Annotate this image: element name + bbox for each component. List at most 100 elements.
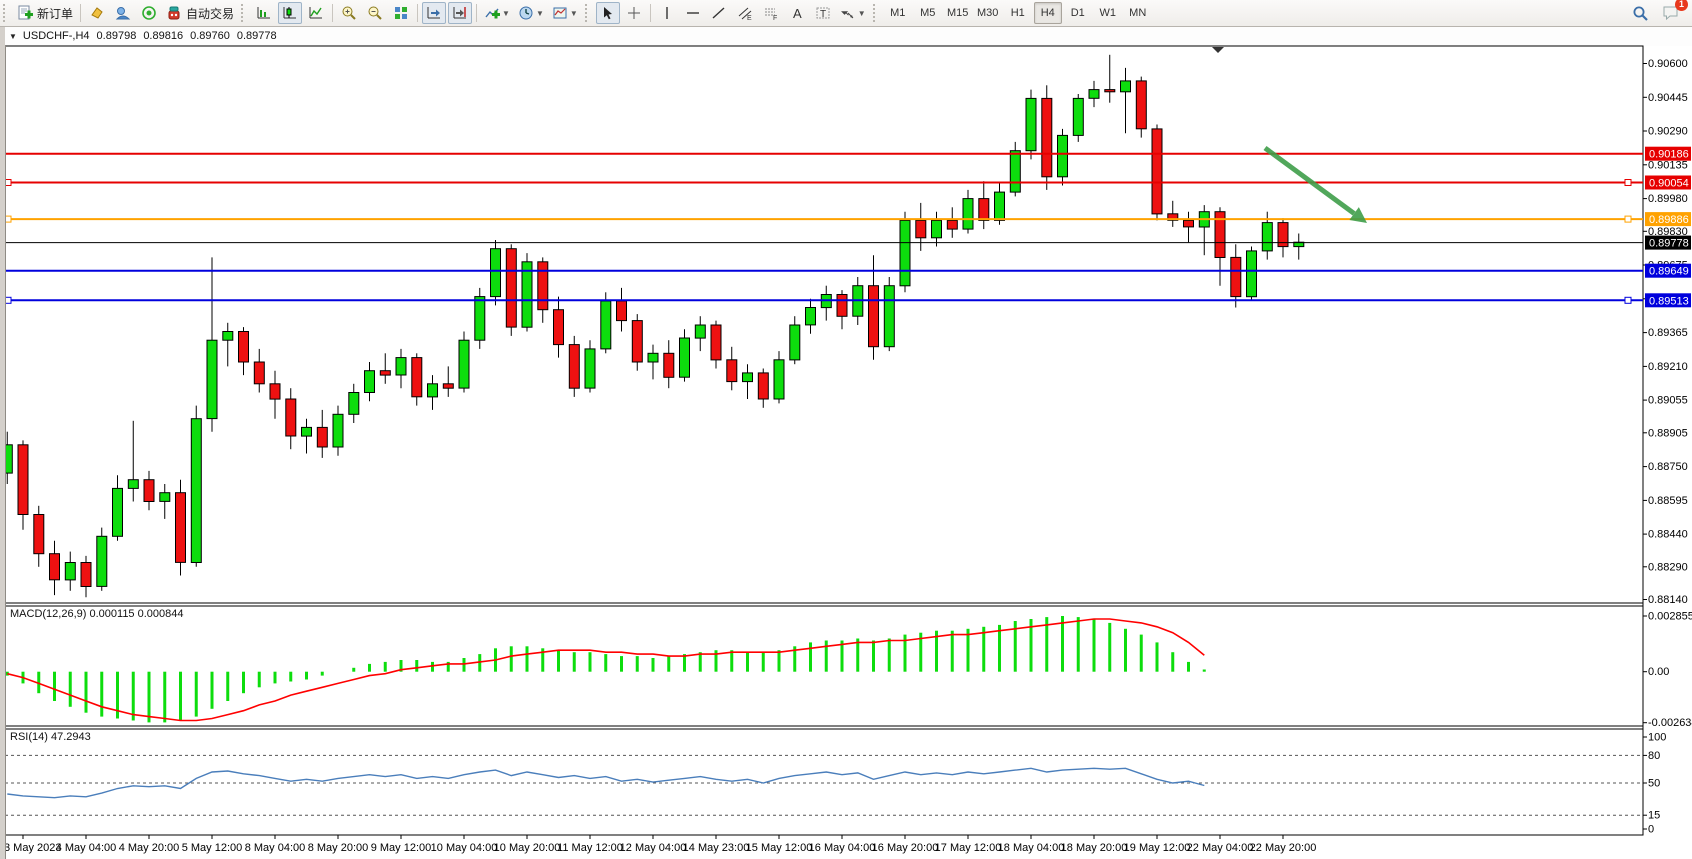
line-chart-button[interactable] bbox=[304, 2, 328, 24]
indicators-button[interactable]: ▼ bbox=[481, 2, 513, 24]
time-axis-label: 17 May 12:00 bbox=[935, 842, 1002, 854]
favorites-icon bbox=[89, 5, 105, 21]
candle bbox=[1073, 94, 1083, 142]
new-order-button[interactable]: 新订单 bbox=[14, 2, 76, 24]
collapse-triangle-icon[interactable]: ▼ bbox=[9, 32, 17, 41]
equidistant-channel-button[interactable]: E bbox=[733, 2, 757, 24]
candle bbox=[506, 244, 516, 336]
timeframe-button-h1[interactable]: H1 bbox=[1004, 2, 1032, 24]
chart-symbol-period: USDCHF-,H4 bbox=[23, 30, 90, 42]
rsi-pane[interactable] bbox=[5, 729, 1643, 835]
tile-windows-button[interactable] bbox=[389, 2, 413, 24]
chart-canvas[interactable]: 0.906000.904450.902900.901350.899800.898… bbox=[0, 0, 1692, 859]
timeframe-button-mn[interactable]: MN bbox=[1124, 2, 1152, 24]
auto-trading-icon bbox=[166, 5, 182, 21]
timeframe-button-m30[interactable]: M30 bbox=[974, 2, 1002, 24]
rsi-label: RSI(14) bbox=[10, 731, 48, 743]
time-axis-label: 14 May 23:00 bbox=[683, 842, 750, 854]
time-axis-label: 4 May 20:00 bbox=[119, 842, 180, 854]
auto-scroll-icon bbox=[426, 5, 442, 21]
chevron-down-icon: ▼ bbox=[858, 9, 866, 18]
candlestick-chart-button[interactable] bbox=[278, 2, 302, 24]
svg-text:0.89778: 0.89778 bbox=[1649, 238, 1689, 250]
timeframe-button-h4[interactable]: H4 bbox=[1034, 2, 1062, 24]
hline-handle[interactable] bbox=[1625, 297, 1631, 303]
bar-chart-icon bbox=[256, 5, 272, 21]
bar-chart-button[interactable] bbox=[252, 2, 276, 24]
candle bbox=[1136, 77, 1146, 138]
fibonacci-button[interactable]: F bbox=[759, 2, 783, 24]
new-order-label: 新订单 bbox=[37, 5, 73, 22]
crosshair-button[interactable] bbox=[622, 2, 646, 24]
rsi-axis-label: 0 bbox=[1648, 824, 1654, 836]
rsi-axis-label: 100 bbox=[1648, 732, 1666, 744]
price-axis-label: 0.89055 bbox=[1648, 395, 1688, 407]
hline-handle[interactable] bbox=[1625, 216, 1631, 222]
toolbar-grip[interactable] bbox=[3, 4, 10, 22]
price-axis-label: 0.89210 bbox=[1648, 361, 1688, 373]
search-button[interactable] bbox=[1628, 2, 1652, 24]
mql5-community-button[interactable] bbox=[111, 2, 135, 24]
time-axis-label: 5 May 12:00 bbox=[182, 842, 243, 854]
candle bbox=[176, 480, 186, 576]
arrows-shapes-button[interactable]: ▼ bbox=[837, 2, 869, 24]
hline-handle[interactable] bbox=[1625, 180, 1631, 186]
zoom-out-button[interactable] bbox=[363, 2, 387, 24]
timeframe-button-d1[interactable]: D1 bbox=[1064, 2, 1092, 24]
candle bbox=[632, 314, 642, 371]
chart-shift-icon bbox=[452, 5, 468, 21]
trendline-button[interactable] bbox=[707, 2, 731, 24]
svg-text:0.89649: 0.89649 bbox=[1649, 266, 1689, 278]
candle bbox=[1247, 247, 1257, 302]
periods-button[interactable]: ▼ bbox=[515, 2, 547, 24]
horizontal-line-button[interactable] bbox=[681, 2, 705, 24]
price-axis-label: 0.90135 bbox=[1648, 159, 1688, 171]
line-chart-icon bbox=[308, 5, 324, 21]
toolbar-grip[interactable] bbox=[241, 4, 248, 22]
horizontal-line-icon bbox=[685, 5, 701, 21]
price-pane[interactable] bbox=[5, 46, 1643, 603]
svg-text:F: F bbox=[773, 15, 777, 21]
time-axis-label: 16 May 20:00 bbox=[872, 842, 939, 854]
auto-scroll-button[interactable] bbox=[422, 2, 446, 24]
time-axis-label: 18 May 20:00 bbox=[1061, 842, 1128, 854]
macd-main-value: 0.000115 bbox=[89, 608, 134, 620]
candle bbox=[459, 332, 469, 393]
indicators-icon bbox=[484, 5, 500, 21]
toolbar-grip[interactable] bbox=[873, 4, 880, 22]
candle bbox=[191, 406, 201, 567]
arrows-shapes-icon bbox=[840, 5, 856, 21]
templates-button[interactable]: ▼ bbox=[549, 2, 581, 24]
time-axis-label: 19 May 12:00 bbox=[1124, 842, 1191, 854]
favorites-button[interactable] bbox=[85, 2, 109, 24]
chart-shift-button[interactable] bbox=[448, 2, 472, 24]
timeframe-button-w1[interactable]: W1 bbox=[1094, 2, 1122, 24]
price-badge-current-price: 0.89778 bbox=[1645, 236, 1691, 250]
candle bbox=[1152, 125, 1162, 221]
cursor-button[interactable] bbox=[596, 2, 620, 24]
zoom-in-button[interactable] bbox=[337, 2, 361, 24]
candle bbox=[97, 528, 107, 591]
macd-axis-label: 0.00 bbox=[1648, 666, 1669, 678]
time-axis-label: 8 May 20:00 bbox=[308, 842, 369, 854]
vertical-line-button[interactable] bbox=[655, 2, 679, 24]
rsi-axis-label: 15 bbox=[1648, 810, 1660, 822]
timeframe-button-m5[interactable]: M5 bbox=[914, 2, 942, 24]
signals-button[interactable] bbox=[137, 2, 161, 24]
text-label-button[interactable]: T bbox=[811, 2, 835, 24]
signals-icon bbox=[141, 5, 157, 21]
auto-trading-label: 自动交易 bbox=[186, 5, 234, 22]
timeframe-button-m1[interactable]: M1 bbox=[884, 2, 912, 24]
toolbar-grip[interactable] bbox=[585, 4, 592, 22]
time-axis-label: 10 May 20:00 bbox=[494, 842, 561, 854]
candle bbox=[491, 240, 501, 305]
chart-title-bar: ▼ USDCHF-,H4 0.89798 0.89816 0.89760 0.8… bbox=[5, 27, 1643, 45]
clock-icon bbox=[518, 5, 534, 21]
timeframe-button-m15[interactable]: M15 bbox=[944, 2, 972, 24]
search-icon bbox=[1632, 5, 1649, 22]
time-axis-label: 16 May 04:00 bbox=[809, 842, 876, 854]
text-button[interactable]: A bbox=[785, 2, 809, 24]
notifications-button[interactable]: 1 bbox=[1659, 2, 1683, 24]
mql5-community-icon bbox=[115, 5, 131, 21]
auto-trading-button[interactable]: 自动交易 bbox=[163, 2, 237, 24]
